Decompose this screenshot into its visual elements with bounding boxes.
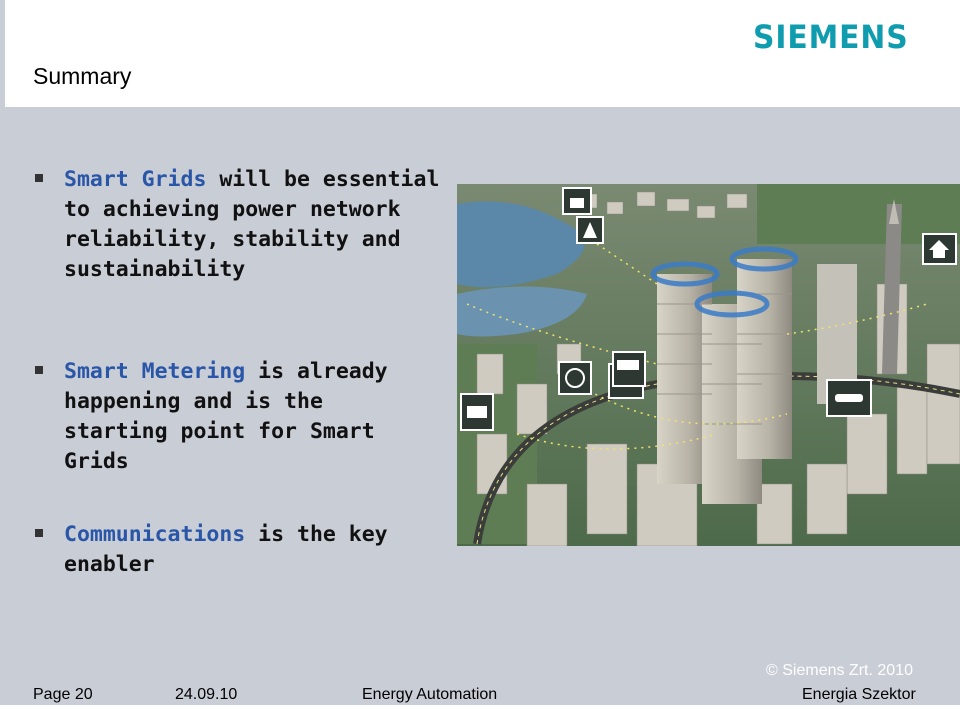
bullet-item: Communications is the key enabler <box>35 520 394 580</box>
bullet-highlight: Smart Metering <box>64 359 246 384</box>
page-number: Page 20 <box>33 686 93 703</box>
page-title: Summary <box>33 63 132 89</box>
bullet-highlight: Communications <box>64 522 246 547</box>
footer-topic: Energy Automation <box>362 686 498 703</box>
footer-sector: Energia Szektor <box>802 686 916 703</box>
bullet-item: Smart Grids will be essential to achievi… <box>35 165 444 285</box>
smart-city-illustration <box>457 184 960 546</box>
header-edge <box>0 0 5 107</box>
copyright-notice: © Siemens Zrt. 2010 <box>766 662 913 679</box>
slide-header: Summary SIEMENS <box>0 0 960 107</box>
bullet-square-icon <box>35 529 43 537</box>
bullet-highlight: Smart Grids <box>64 167 207 192</box>
footer-date: 24.09.10 <box>175 686 238 703</box>
bullet-square-icon <box>35 174 43 182</box>
siemens-logo: SIEMENS <box>753 18 909 56</box>
bullet-item: Smart Metering is already happening and … <box>35 357 424 477</box>
bullet-square-icon <box>35 366 43 374</box>
